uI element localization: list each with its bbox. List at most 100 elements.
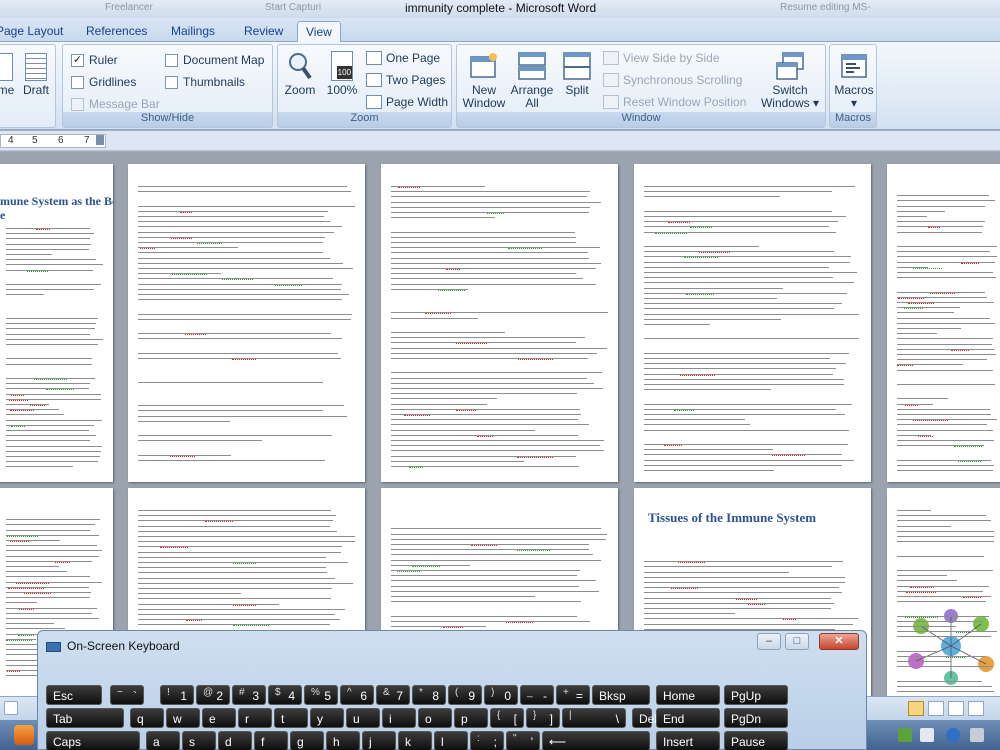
document-map-checkbox[interactable]: Document Map (165, 53, 264, 67)
key-char[interactable]: #3 (232, 685, 266, 705)
track-changes-icon[interactable] (4, 701, 18, 715)
key-end[interactable]: End (656, 708, 720, 728)
two-pages-button[interactable]: Two Pages (366, 73, 445, 87)
right-indent-marker-icon[interactable] (96, 135, 104, 145)
document-page[interactable] (887, 488, 1000, 725)
key-char[interactable]: $4 (268, 685, 302, 705)
key-char[interactable]: :; (470, 731, 504, 750)
switch-windows-button[interactable]: Switch Windows ▾ (759, 51, 821, 110)
key-home[interactable]: Home (656, 685, 720, 705)
key-char[interactable]: f (254, 731, 288, 750)
tab-review[interactable]: Review (236, 21, 291, 42)
key-char[interactable]: q (130, 708, 164, 728)
key-char[interactable]: ! 1 (160, 685, 194, 705)
maximize-button[interactable]: □ (785, 633, 809, 650)
key-pgdn[interactable]: PgDn (724, 708, 788, 728)
outline-view-icon[interactable] (968, 701, 984, 716)
key-char[interactable]: s (182, 731, 216, 750)
key-char[interactable]: h (326, 731, 360, 750)
key-char[interactable]: + = (556, 685, 590, 705)
key-char[interactable]: u (346, 708, 380, 728)
ruler-checkbox[interactable]: ✓ Ruler (71, 53, 118, 67)
zoom-button[interactable]: Zoom (282, 51, 318, 97)
key-char[interactable]: k (398, 731, 432, 750)
text-line (897, 686, 993, 687)
tab-references[interactable]: References (78, 21, 155, 42)
draft-button[interactable]: Draft (19, 53, 53, 97)
key-char[interactable]: _ - (520, 685, 554, 705)
reset-window-position-button[interactable]: Reset Window Position (603, 95, 746, 109)
full-screen-view-icon[interactable] (928, 701, 944, 716)
key-char[interactable]: }] (526, 708, 560, 728)
web-layout-view-icon[interactable] (948, 701, 964, 716)
tray-update-icon[interactable] (946, 728, 960, 742)
key-char[interactable]: ~ ` (110, 685, 144, 705)
spelling-squiggle (204, 521, 233, 523)
gridlines-checkbox[interactable]: Gridlines (71, 75, 136, 89)
arrange-all-button[interactable]: Arrange All (509, 51, 555, 110)
key-char[interactable]: % 5 (304, 685, 338, 705)
key-char[interactable]: & 7 (376, 685, 410, 705)
key-char[interactable]: {[ (490, 708, 524, 728)
key-char[interactable]: w (166, 708, 200, 728)
key-char[interactable]: @2 (196, 685, 230, 705)
document-page[interactable] (381, 164, 618, 482)
key-caps[interactable]: Caps (46, 731, 140, 750)
ruler-number: 5 (32, 135, 38, 146)
view-side-by-side-button[interactable]: View Side by Side (603, 51, 720, 65)
message-bar-checkbox[interactable]: Message Bar (71, 97, 160, 111)
tab-page-layout[interactable]: Page Layout (0, 21, 71, 42)
page-width-button[interactable]: Page Width (366, 95, 448, 109)
key-char[interactable]: ) 0 (484, 685, 518, 705)
minimize-button[interactable]: – (757, 633, 781, 650)
key-pgup[interactable]: PgUp (724, 685, 788, 705)
tab-view[interactable]: View (297, 21, 341, 42)
text-line (138, 567, 327, 569)
document-page[interactable]: mune System as the Body's e (0, 164, 113, 482)
media-player-icon[interactable] (14, 725, 34, 745)
key-char[interactable]: a (146, 731, 180, 750)
close-button[interactable]: ✕ (819, 633, 859, 650)
synchronous-scrolling-button[interactable]: Synchronous Scrolling (603, 73, 742, 87)
key-char[interactable]: ⟵ (542, 731, 650, 750)
key-bksp[interactable]: Bksp (592, 685, 650, 705)
key-del[interactable]: Del (632, 708, 657, 728)
key-char[interactable]: p (454, 708, 488, 728)
key-char[interactable]: l (434, 731, 468, 750)
tray-flag-icon[interactable] (920, 728, 934, 742)
key-char[interactable]: y (310, 708, 344, 728)
key-char[interactable]: r (238, 708, 272, 728)
key-char[interactable]: " ' (506, 731, 540, 750)
key-insert[interactable]: Insert (656, 731, 720, 750)
horizontal-ruler[interactable]: 4 5 6 7 (0, 131, 1000, 151)
key-char[interactable]: t (274, 708, 308, 728)
document-page[interactable] (634, 164, 871, 482)
on-screen-keyboard-window[interactable]: On-Screen Keyboard – □ ✕ Esc ~ `! 1 @2 #3 $4% 5… (37, 630, 867, 750)
key-char[interactable]: ^ 6 (340, 685, 374, 705)
document-page[interactable] (128, 164, 365, 482)
thumbnails-checkbox[interactable]: Thumbnails (165, 75, 245, 89)
key-tab[interactable]: Tab (46, 708, 124, 728)
key-char[interactable]: e (202, 708, 236, 728)
key-char[interactable]: j (362, 731, 396, 750)
split-button[interactable]: Split (557, 51, 597, 97)
new-window-button[interactable]: New Window (461, 51, 507, 110)
tab-mailings[interactable]: Mailings (163, 21, 223, 42)
key-esc[interactable]: Esc (46, 685, 102, 705)
print-layout-view-icon[interactable] (908, 701, 924, 716)
key-char[interactable]: o (418, 708, 452, 728)
key-char[interactable]: i (382, 708, 416, 728)
key-char[interactable]: | \ (562, 708, 626, 728)
zoom-100-button[interactable]: 100 100% (322, 51, 362, 97)
tray-network-icon[interactable] (898, 728, 912, 742)
key-char[interactable]: d (218, 731, 252, 750)
key-pause[interactable]: Pause (724, 731, 788, 750)
key-char[interactable]: g (290, 731, 324, 750)
one-page-button[interactable]: One Page (366, 51, 440, 65)
document-page[interactable] (887, 164, 1000, 482)
key-char[interactable]: * 8 (412, 685, 446, 705)
full-screen-reading-button[interactable]: me (0, 53, 15, 97)
macros-button[interactable]: Macros ▾ (832, 51, 876, 110)
key-char[interactable]: (9 (448, 685, 482, 705)
tray-volume-icon[interactable] (970, 728, 984, 742)
